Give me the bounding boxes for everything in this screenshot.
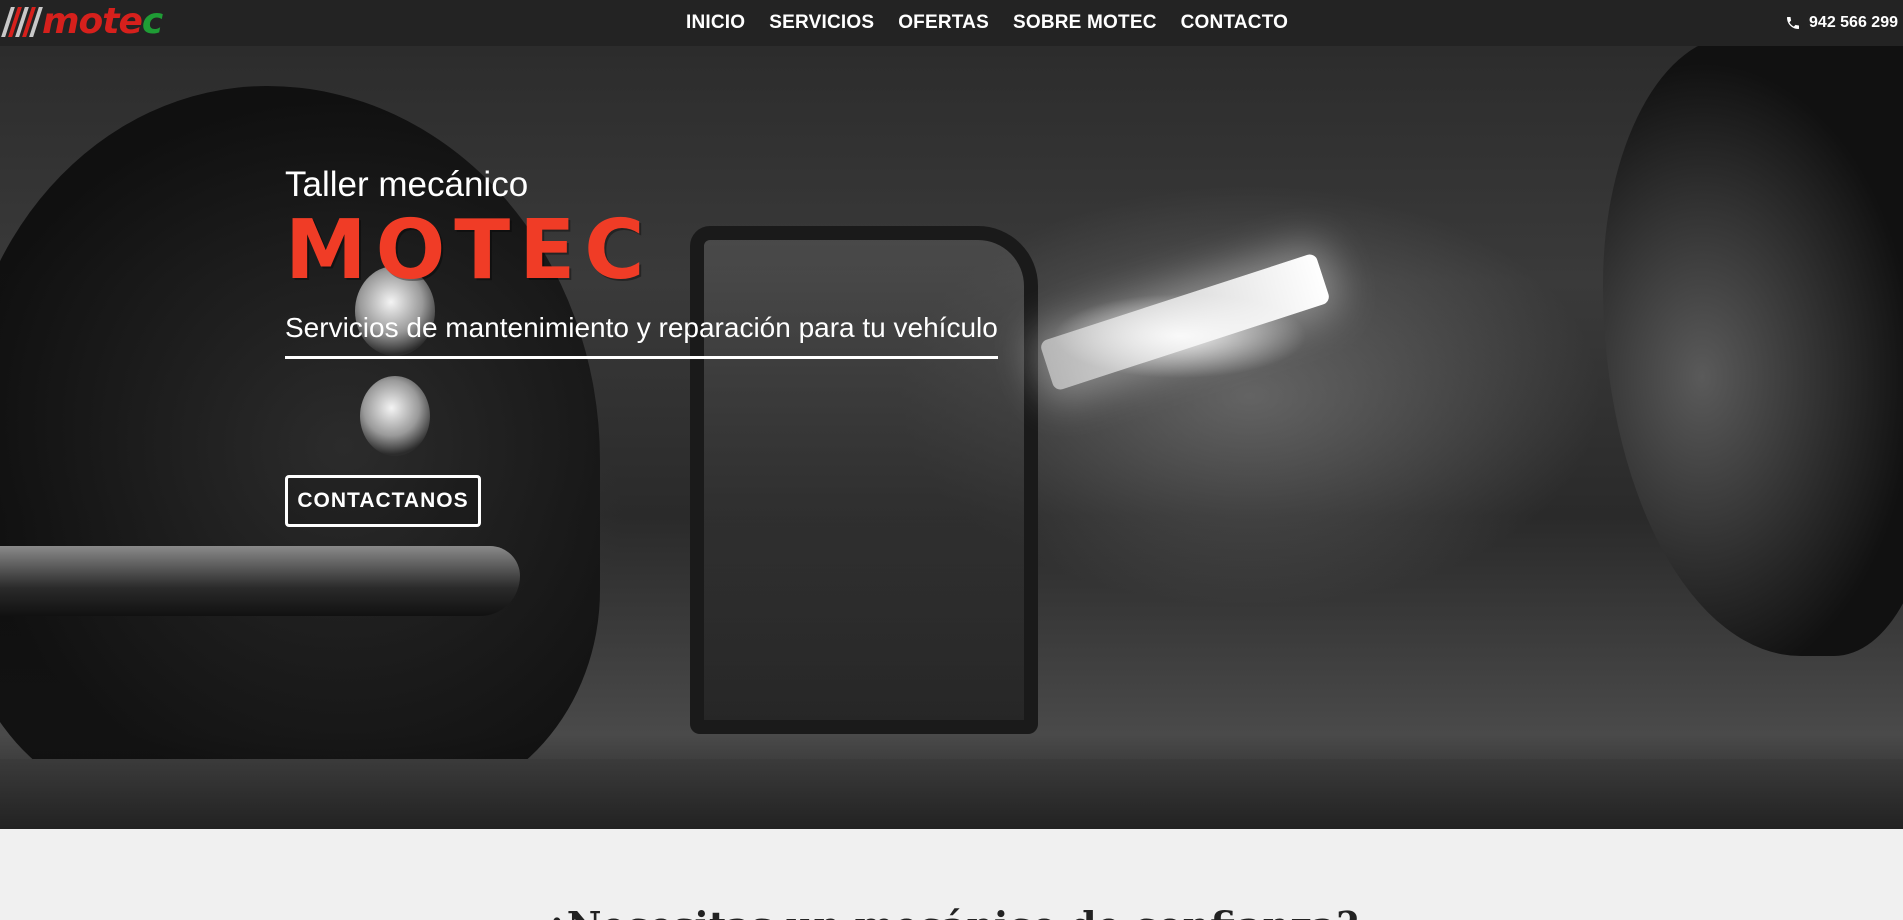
nav-item-contacto[interactable]: CONTACTO	[1181, 12, 1289, 34]
hero-content: Taller mecánico MOTEC Servicios de mante…	[285, 164, 1045, 360]
nav-item-sobre-motec[interactable]: SOBRE MOTEC	[1013, 12, 1157, 34]
hero-bg-floor	[0, 759, 1903, 829]
main-nav: INICIO SERVICIOS OFERTAS SOBRE MOTEC CON…	[686, 0, 1288, 46]
intro-section: ¿Necesitas un mecánico de confianza?	[0, 829, 1903, 920]
hero-title: MOTEC	[285, 203, 654, 298]
phone-number: 942 566 299	[1809, 14, 1898, 31]
phone-icon	[1787, 17, 1800, 29]
hero-subtitle: Servicios de mantenimiento y reparación …	[285, 310, 998, 360]
hero-bg-bumper	[0, 546, 520, 616]
nav-item-servicios[interactable]: SERVICIOS	[769, 12, 874, 34]
nav-item-ofertas[interactable]: OFERTAS	[898, 12, 989, 34]
contact-cta-button[interactable]: CONTACTANOS	[285, 475, 481, 527]
logo-text: motec	[42, 1, 163, 42]
motec-logo[interactable]: motec	[1, 1, 176, 42]
hero-section: Taller mecánico MOTEC Servicios de mante…	[0, 46, 1903, 829]
intro-heading: ¿Necesitas un mecánico de confianza?	[0, 903, 1903, 920]
logo-stripes	[1, 7, 43, 37]
phone-link[interactable]: 942 566 299	[1785, 0, 1898, 46]
hero-bg-right-car	[1603, 46, 1903, 656]
hero-bg-headlight-2	[360, 376, 430, 456]
hero-bg-light	[1039, 252, 1331, 392]
nav-item-inicio[interactable]: INICIO	[686, 12, 745, 34]
hero-eyebrow: Taller mecánico	[285, 165, 529, 204]
top-navbar: motec INICIO SERVICIOS OFERTAS SOBRE MOT…	[0, 0, 1903, 47]
